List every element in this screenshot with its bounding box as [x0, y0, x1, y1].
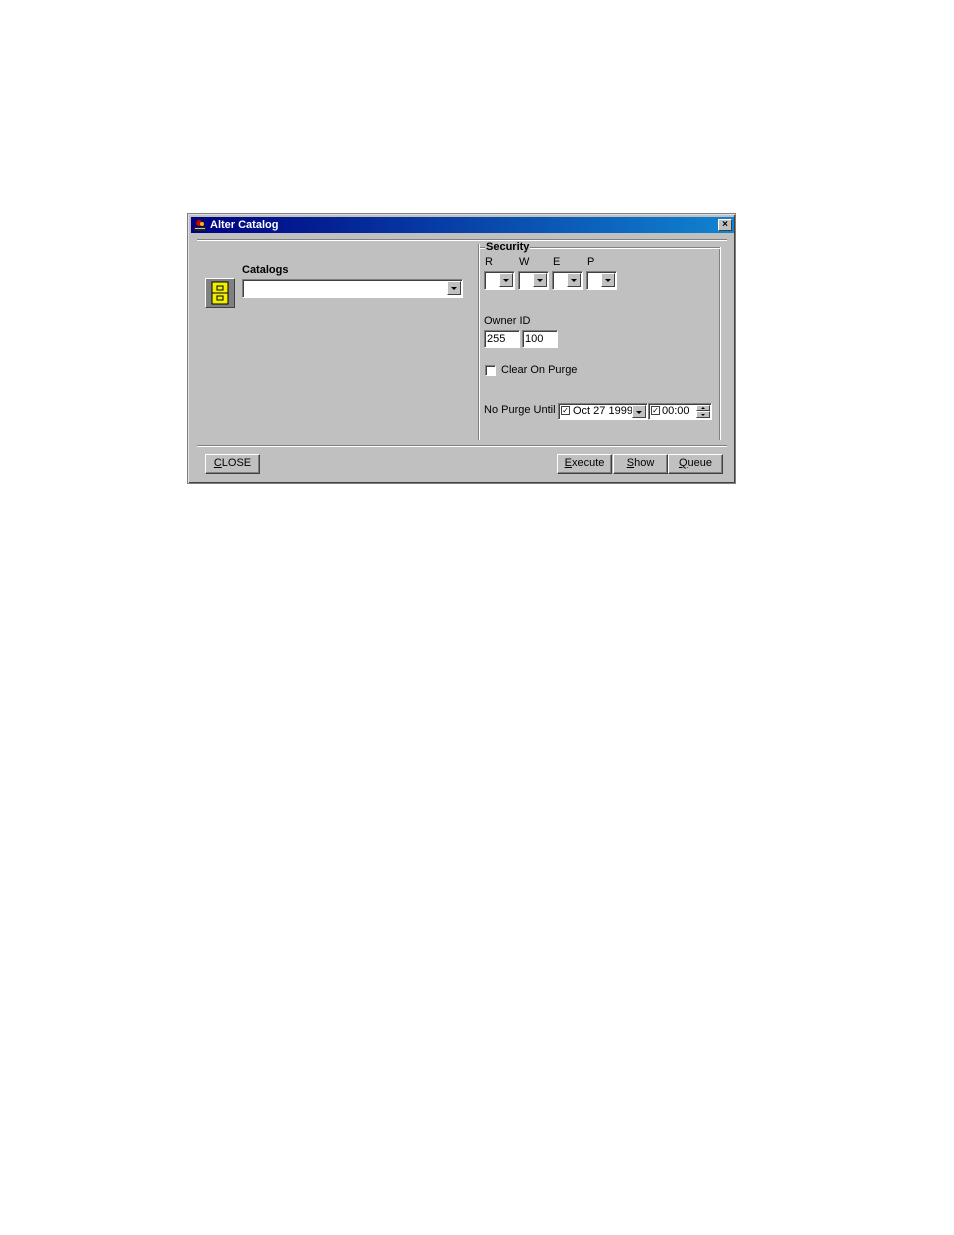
checkmark-icon: ✓	[562, 406, 569, 415]
security-col-p-label: P	[587, 256, 595, 268]
security-left-edge	[478, 244, 480, 440]
owner-id-field-1[interactable]: 255	[484, 330, 520, 348]
security-col-r-label: R	[485, 256, 493, 268]
chevron-down-icon[interactable]	[499, 273, 513, 287]
chevron-down-icon[interactable]	[567, 273, 581, 287]
checkmark-icon: ✓	[652, 406, 659, 415]
no-purge-until-label: No Purge Until	[484, 404, 556, 416]
alter-catalog-dialog: Alter Catalog × Catalogs Security R W E …	[187, 213, 736, 484]
catalogs-label: Catalogs	[242, 264, 289, 276]
chevron-down-icon[interactable]	[533, 273, 547, 287]
execute-button[interactable]: Execute	[557, 454, 612, 474]
catalogs-dropdown[interactable]	[242, 279, 463, 298]
close-window-button[interactable]: ×	[718, 219, 732, 231]
chevron-down-icon[interactable]	[447, 281, 461, 295]
security-group-label: Security	[485, 241, 531, 254]
no-purge-date-value: Oct 27 1999	[573, 405, 633, 417]
top-separator	[197, 239, 727, 241]
time-spinner[interactable]	[696, 405, 710, 418]
no-purge-date-picker[interactable]: ✓ Oct 27 1999	[558, 403, 648, 420]
app-icon	[194, 220, 206, 231]
security-w-dropdown[interactable]	[518, 271, 549, 290]
owner-id-field-2[interactable]: 100	[522, 330, 558, 348]
no-purge-time-picker[interactable]: ✓ 00:00	[648, 403, 712, 420]
clear-on-purge-label: Clear On Purge	[501, 364, 578, 376]
chevron-down-icon[interactable]	[632, 405, 646, 418]
clear-on-purge-checkbox[interactable]	[485, 365, 496, 376]
queue-hotkey: Q	[678, 457, 688, 469]
security-right-edge	[719, 247, 721, 440]
show-label-rest: how	[634, 457, 655, 469]
spin-down-icon[interactable]	[696, 411, 710, 418]
security-col-w-label: W	[519, 256, 530, 268]
window-title: Alter Catalog	[210, 219, 279, 231]
show-hotkey: S	[626, 457, 635, 469]
owner-id-value-2: 100	[525, 333, 544, 345]
bottom-separator	[197, 445, 727, 447]
show-button[interactable]: Show	[613, 454, 668, 474]
close-icon: ×	[722, 219, 728, 230]
no-purge-time-value: 00:00	[662, 405, 690, 417]
close-label-rest: LOSE	[221, 457, 252, 469]
execute-hotkey: E	[564, 457, 572, 469]
security-col-e-label: E	[553, 256, 561, 268]
owner-id-label: Owner ID	[484, 315, 531, 327]
time-enable-checkbox[interactable]: ✓	[651, 406, 660, 415]
execute-label-rest: xecute	[571, 457, 605, 469]
security-p-dropdown[interactable]	[586, 271, 617, 290]
close-button[interactable]: CLOSE	[205, 454, 260, 474]
queue-button[interactable]: Queue	[668, 454, 723, 474]
queue-label-rest: ueue	[687, 457, 713, 469]
chevron-down-icon[interactable]	[601, 273, 615, 287]
date-enable-checkbox[interactable]: ✓	[561, 406, 570, 415]
security-e-dropdown[interactable]	[552, 271, 583, 290]
security-r-dropdown[interactable]	[484, 271, 515, 290]
file-cabinet-icon	[205, 278, 235, 308]
title-bar[interactable]: Alter Catalog ×	[191, 217, 734, 233]
close-hotkey: C	[213, 457, 222, 469]
owner-id-value-1: 255	[487, 333, 506, 345]
